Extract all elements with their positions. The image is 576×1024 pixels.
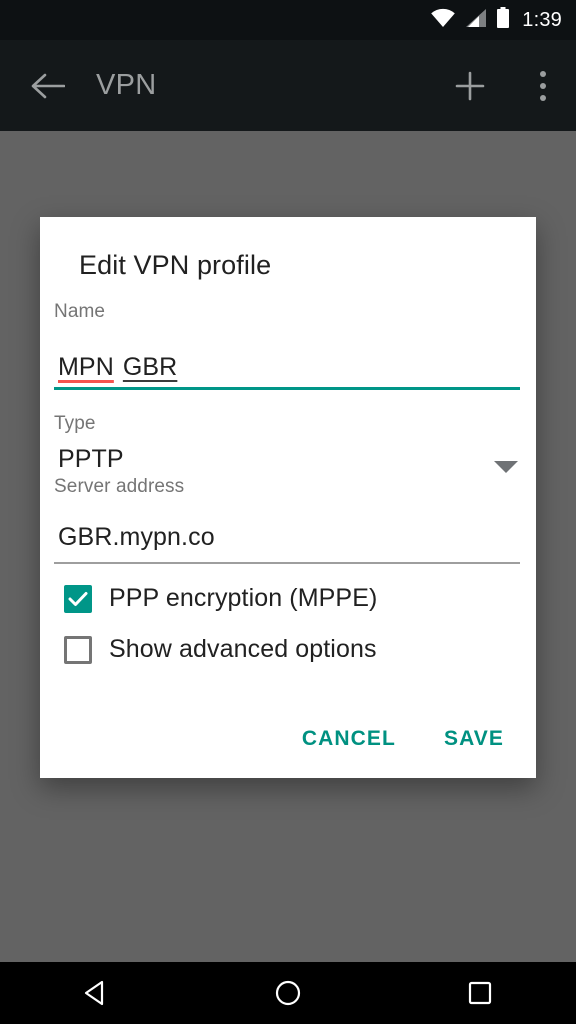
overflow-menu-button[interactable] xyxy=(510,71,576,101)
type-spinner-value[interactable]: PPTP xyxy=(58,445,124,474)
add-vpn-button[interactable] xyxy=(430,70,510,102)
wifi-icon xyxy=(430,8,456,33)
overflow-menu-icon xyxy=(540,71,546,101)
server-address-input-underline xyxy=(54,562,520,564)
checkbox-label-show-advanced: Show advanced options xyxy=(109,635,377,664)
dialog-title: Edit VPN profile xyxy=(79,250,271,281)
battery-icon xyxy=(496,7,510,34)
nav-home-button[interactable] xyxy=(228,962,348,1024)
checkbox-row-show-advanced[interactable]: Show advanced options xyxy=(64,635,377,664)
nav-recents-button[interactable] xyxy=(420,962,540,1024)
nav-back-triangle-icon xyxy=(83,979,109,1007)
navigation-bar xyxy=(0,962,576,1024)
status-bar: 1:39 xyxy=(0,0,576,40)
back-arrow-icon xyxy=(31,72,65,100)
name-value-composing-word: GBR xyxy=(123,353,177,382)
checkbox-unchecked-icon[interactable] xyxy=(64,636,92,664)
server-address-input[interactable]: GBR.mypn.co xyxy=(58,523,215,552)
checkbox-checked-icon[interactable] xyxy=(64,585,92,613)
app-bar: VPN xyxy=(0,40,576,131)
checkbox-label-ppp-encryption: PPP encryption (MPPE) xyxy=(109,584,377,613)
nav-back-button[interactable] xyxy=(36,962,156,1024)
page-title: VPN xyxy=(96,69,430,102)
android-screen: 1:39 VPN Edit VPN profile Name MPN GBR xyxy=(0,0,576,1024)
name-input-underline xyxy=(54,387,520,390)
save-button[interactable]: SAVE xyxy=(430,717,518,761)
plus-icon xyxy=(454,70,486,102)
name-value-misspelled-word: MPN xyxy=(58,353,114,382)
chevron-down-icon[interactable] xyxy=(493,460,519,479)
nav-home-circle-icon xyxy=(274,979,302,1007)
server-address-field-label: Server address xyxy=(54,476,184,498)
dialog-action-bar: CANCEL SAVE xyxy=(288,717,518,761)
nav-recents-square-icon xyxy=(467,980,493,1006)
name-field-label: Name xyxy=(54,301,105,323)
type-field-label: Type xyxy=(54,413,96,435)
status-bar-clock: 1:39 xyxy=(522,10,562,30)
checkbox-row-ppp-encryption[interactable]: PPP encryption (MPPE) xyxy=(64,584,377,613)
name-input[interactable]: MPN GBR xyxy=(58,353,177,382)
edit-vpn-profile-dialog: Edit VPN profile Name MPN GBR Type PPTP … xyxy=(40,217,536,778)
cellular-signal-icon xyxy=(465,8,487,33)
cancel-button[interactable]: CANCEL xyxy=(288,717,410,761)
back-button[interactable] xyxy=(0,72,96,100)
